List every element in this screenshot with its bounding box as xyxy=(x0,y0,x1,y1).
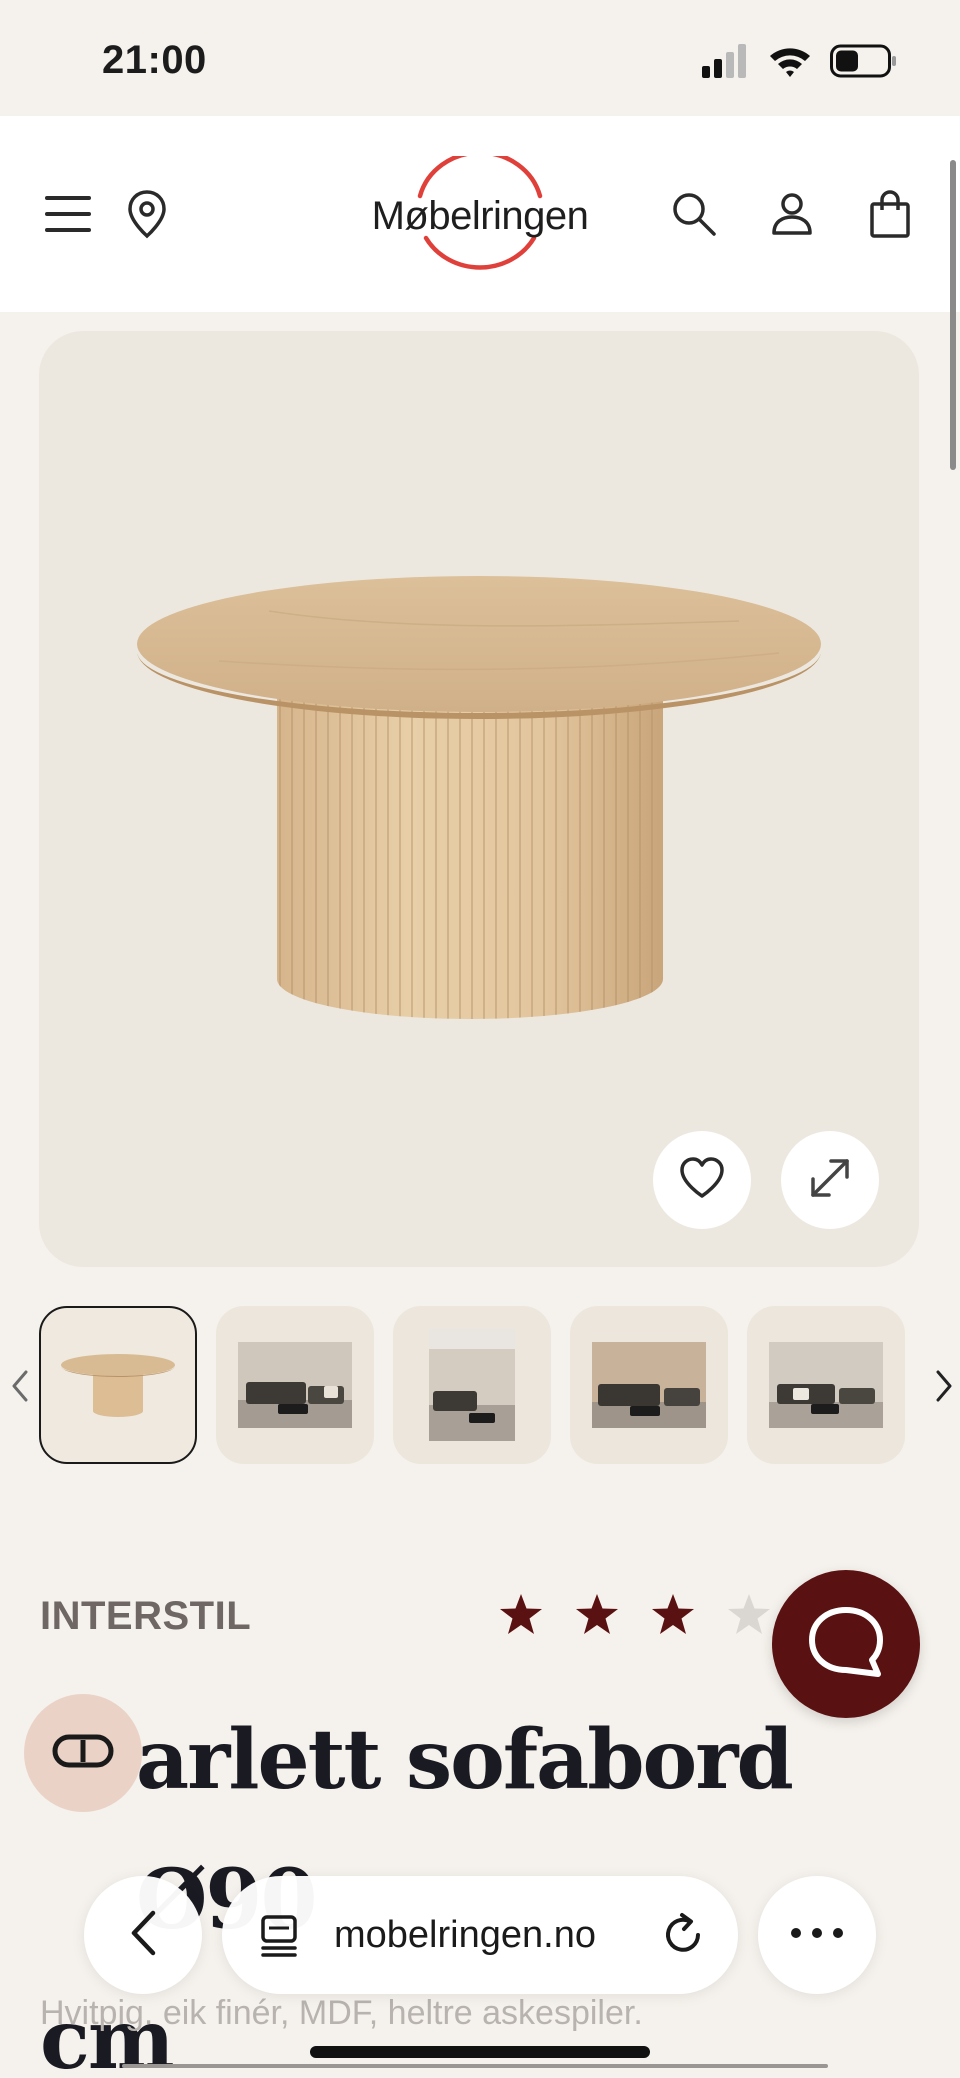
logo-text: Møbelringen xyxy=(371,193,589,238)
chevron-right-icon[interactable] xyxy=(924,1356,960,1416)
search-icon[interactable] xyxy=(668,116,720,312)
thumbnail-2[interactable] xyxy=(216,1306,374,1464)
status-bar: 21:00 xyxy=(0,0,960,116)
account-icon[interactable] xyxy=(766,116,818,312)
tab-overview-icon[interactable] xyxy=(260,1914,304,1963)
thumbnail-table-image xyxy=(61,1354,175,1417)
thumbnail-room-image xyxy=(429,1329,515,1441)
menu-icon[interactable] xyxy=(40,116,96,312)
battery-icon xyxy=(830,44,898,83)
star-empty-icon xyxy=(726,1592,772,1641)
more-icon xyxy=(790,1926,844,1944)
product-brand[interactable]: INTERSTIL xyxy=(40,1594,251,1639)
thumbnail-4[interactable] xyxy=(570,1306,728,1464)
address-bar[interactable]: mobelringen.no xyxy=(222,1876,738,1994)
coffee-table-illustration xyxy=(137,576,821,1019)
site-header: Møbelringen xyxy=(0,116,960,312)
star-icon xyxy=(498,1592,544,1641)
heart-icon xyxy=(678,1156,726,1205)
wifi-icon xyxy=(768,44,812,83)
bottom-divider xyxy=(122,2064,828,2068)
shopping-bag-icon[interactable] xyxy=(864,116,916,312)
thumbnail-strip xyxy=(0,1306,960,1466)
chat-bubble-icon xyxy=(806,1604,886,1685)
cellular-signal-icon xyxy=(702,44,750,83)
status-time: 21:00 xyxy=(102,38,207,82)
thumbnail-3[interactable] xyxy=(393,1306,551,1464)
thumbnail-5[interactable] xyxy=(747,1306,905,1464)
site-logo[interactable]: Møbelringen xyxy=(350,156,610,276)
home-indicator[interactable] xyxy=(310,2046,650,2058)
shortcut-button[interactable] xyxy=(24,1694,142,1812)
location-pin-icon[interactable] xyxy=(122,116,172,312)
page: 21:00 Møbelringen INTERSTIL arlett sofab… xyxy=(0,0,960,2078)
back-arrow-icon xyxy=(128,1909,158,1962)
product-description: Hvitpig. eik finér, MDF, heltre askespil… xyxy=(40,1994,643,2032)
product-main-image[interactable] xyxy=(39,331,919,1267)
fullscreen-button[interactable] xyxy=(781,1131,879,1229)
chevron-left-icon[interactable] xyxy=(0,1356,40,1416)
star-icon xyxy=(650,1592,696,1641)
thumbnail-room-image xyxy=(592,1342,706,1428)
chat-button[interactable] xyxy=(772,1570,920,1718)
star-icon xyxy=(574,1592,620,1641)
browser-back-button[interactable] xyxy=(84,1876,202,1994)
thumbnail-room-image xyxy=(238,1342,352,1428)
wishlist-button[interactable] xyxy=(653,1131,751,1229)
status-icons xyxy=(702,44,898,83)
thumbnail-room-image xyxy=(769,1342,883,1428)
browser-more-button[interactable] xyxy=(758,1876,876,1994)
expand-icon xyxy=(807,1155,853,1206)
loop-icon xyxy=(52,1734,114,1773)
scrollbar-thumb[interactable] xyxy=(950,160,956,470)
product-rating[interactable] xyxy=(498,1592,772,1641)
thumbnail-1[interactable] xyxy=(39,1306,197,1464)
url-text[interactable]: mobelringen.no xyxy=(334,1914,596,1957)
reload-icon[interactable] xyxy=(660,1912,706,1963)
